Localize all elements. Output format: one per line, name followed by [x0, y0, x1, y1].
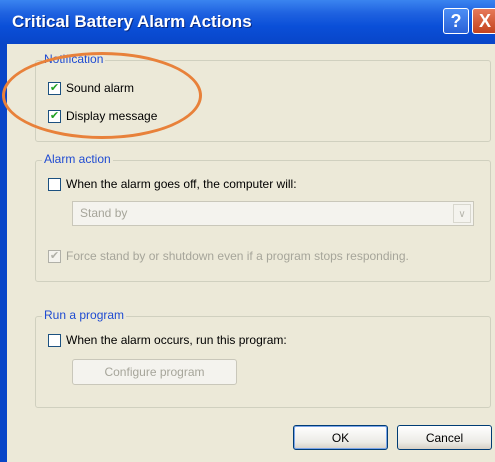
action-select-value: Stand by	[80, 206, 128, 220]
title-bar[interactable]: Critical Battery Alarm Actions ? X	[0, 0, 495, 44]
window-title: Critical Battery Alarm Actions	[12, 12, 252, 31]
window-border	[0, 44, 7, 462]
force-checkbox[interactable]	[48, 249, 61, 263]
when-occurs-checkbox[interactable]	[48, 333, 61, 347]
when-alarm-label: When the alarm goes off, the computer wi…	[66, 177, 297, 191]
alarm-action-group: Alarm action When the alarm goes off, th…	[35, 152, 491, 282]
display-message-option[interactable]: Display message	[48, 109, 157, 123]
force-option[interactable]: Force stand by or shutdown even if a pro…	[48, 249, 409, 263]
when-occurs-option[interactable]: When the alarm occurs, run this program:	[48, 333, 287, 347]
dialog-window: Critical Battery Alarm Actions ? X Notif…	[0, 0, 495, 462]
notification-legend: Notification	[42, 52, 106, 66]
alarm-action-legend: Alarm action	[42, 152, 113, 166]
help-button[interactable]: ?	[443, 8, 469, 34]
display-message-checkbox[interactable]	[48, 109, 61, 123]
when-alarm-checkbox[interactable]	[48, 177, 61, 191]
chevron-down-icon[interactable]: ∨	[453, 204, 471, 223]
run-program-legend: Run a program	[42, 308, 127, 322]
when-alarm-option[interactable]: When the alarm goes off, the computer wi…	[48, 177, 297, 191]
when-occurs-label: When the alarm occurs, run this program:	[66, 333, 287, 347]
action-select[interactable]: Stand by ∨	[72, 201, 474, 226]
configure-program-button[interactable]: Configure program	[72, 359, 237, 385]
sound-alarm-option[interactable]: Sound alarm	[48, 81, 134, 95]
run-program-group: Run a program When the alarm occurs, run…	[35, 308, 491, 408]
ok-button[interactable]: OK	[293, 425, 388, 450]
sound-alarm-checkbox[interactable]	[48, 81, 61, 95]
sound-alarm-label: Sound alarm	[66, 81, 135, 95]
notification-group: Notification Sound alarm Display message	[35, 52, 491, 142]
cancel-button[interactable]: Cancel	[397, 425, 492, 450]
display-message-label: Display message	[66, 109, 158, 123]
force-label: Force stand by or shutdown even if a pro…	[66, 249, 409, 263]
close-button[interactable]: X	[472, 8, 495, 34]
